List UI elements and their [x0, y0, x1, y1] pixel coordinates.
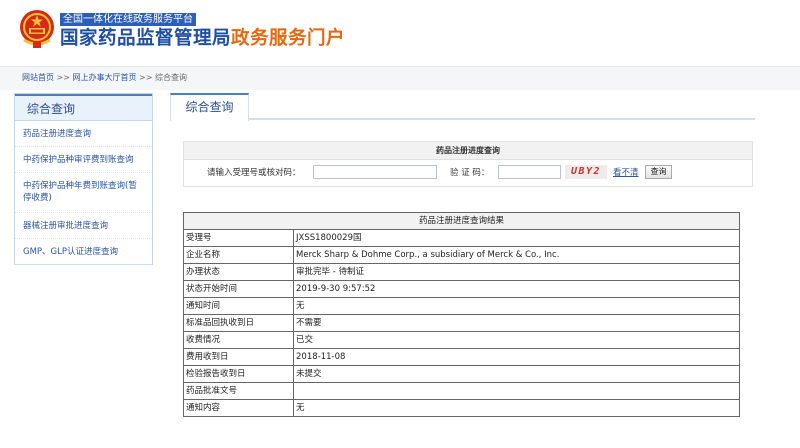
- row-value: 不需要: [293, 314, 740, 332]
- query-form-title: 药品注册进度查询: [184, 142, 752, 160]
- query-form-row: 请输入受理号或核对码： 验 证 码： UBY2 看不清 查询: [184, 160, 752, 186]
- sidebar-item-drug-registration-progress[interactable]: 药品注册进度查询: [15, 121, 152, 147]
- breadcrumb-current: 综合查询: [155, 73, 187, 82]
- table-row: 费用收到日 2018-11-08: [183, 348, 740, 366]
- captcha-image[interactable]: UBY2: [565, 165, 607, 179]
- row-value: [293, 382, 740, 400]
- row-value: 未提交: [293, 365, 740, 383]
- row-value: 无: [293, 399, 740, 417]
- site-title-main: 国家药品监督管理局: [60, 28, 232, 49]
- refresh-captcha-link[interactable]: 看不清: [613, 168, 639, 178]
- row-label: 费用收到日: [183, 348, 294, 366]
- captcha-label: 验 证 码：: [450, 168, 490, 178]
- row-label: 检验报告收到日: [183, 365, 294, 383]
- site-title[interactable]: 国家药品监督管理局政务服务门户: [60, 27, 345, 51]
- row-label: 通知时间: [183, 297, 294, 315]
- table-row: 检验报告收到日 未提交: [183, 365, 740, 383]
- row-value: 2019-9-30 9:57:52: [293, 280, 740, 298]
- row-label: 收费情况: [183, 331, 294, 349]
- row-value: Merck Sharp & Dohme Corp., a subsidiary …: [293, 246, 740, 264]
- table-row: 药品批准文号: [183, 382, 740, 400]
- breadcrumb-hall-link[interactable]: 网上办事大厅首页: [73, 73, 137, 82]
- row-value: 无: [293, 297, 740, 315]
- acceptance-number-label: 请输入受理号或核对码：: [207, 168, 301, 178]
- breadcrumb-separator: >>: [136, 73, 155, 82]
- row-label: 通知内容: [183, 399, 294, 417]
- table-row: 状态开始时间 2019-9-30 9:57:52: [183, 280, 740, 298]
- row-label: 状态开始时间: [183, 280, 294, 298]
- table-row: 办理状态 审批完毕 - 待制证: [183, 263, 740, 281]
- breadcrumb: 网站首页 >> 网上办事大厅首页 >> 综合查询: [22, 73, 187, 83]
- captcha-input[interactable]: [498, 165, 561, 179]
- results-table-title: 药品注册进度查询结果: [183, 212, 740, 230]
- row-label: 受理号: [183, 229, 294, 247]
- row-value: 2018-11-08: [293, 348, 740, 366]
- row-label: 企业名称: [183, 246, 294, 264]
- query-button[interactable]: 查询: [645, 165, 672, 179]
- tab-strip: 综合查询: [170, 93, 755, 121]
- row-label: 药品批准文号: [183, 382, 294, 400]
- tab-comprehensive-query[interactable]: 综合查询: [170, 93, 249, 121]
- table-row: 企业名称 Merck Sharp & Dohme Corp., a subsidi…: [183, 246, 740, 264]
- sidebar-item-gmp-glp-certification[interactable]: GMP、GLP认证进度查询: [15, 239, 152, 265]
- site-header: 全国一体化在线政务服务平台 国家药品监督管理局政务服务门户: [0, 0, 800, 62]
- query-form: 药品注册进度查询 请输入受理号或核对码： 验 证 码： UBY2 看不清 查询: [183, 141, 753, 187]
- breadcrumb-separator: >>: [54, 73, 73, 82]
- sidebar-item-tcm-review-fee[interactable]: 中药保护品种审评费到账查询: [15, 147, 152, 173]
- acceptance-number-input[interactable]: [313, 165, 437, 179]
- platform-tag: 全国一体化在线政务服务平台: [60, 13, 196, 26]
- table-row: 通知内容无: [183, 399, 740, 417]
- table-row: 标准品回执收到日 不需要: [183, 314, 740, 332]
- row-value: 审批完毕 - 待制证: [293, 263, 740, 281]
- table-row: 收费情况 已交: [183, 331, 740, 349]
- row-value: JXSS1800029国: [293, 229, 740, 247]
- row-label: 标准品回执收到日: [183, 314, 294, 332]
- row-label: 办理状态: [183, 263, 294, 281]
- sidebar-item-tcm-annual-fee[interactable]: 中药保护品种年费到账查询(暂停收费): [15, 173, 152, 213]
- row-value: 已交: [293, 331, 740, 349]
- sidebar: 综合查询 药品注册进度查询 中药保护品种审评费到账查询 中药保护品种年费到账查询…: [14, 93, 153, 265]
- sidebar-title: 综合查询: [15, 94, 152, 121]
- sidebar-item-device-approval-progress[interactable]: 器械注册审批进度查询: [15, 213, 152, 239]
- national-emblem-icon[interactable]: [18, 8, 56, 50]
- results-table: 药品注册进度查询结果 受理号 JXSS1800029国 企业名称 Merck Sha…: [183, 212, 740, 417]
- table-row: 受理号 JXSS1800029国: [183, 229, 740, 247]
- breadcrumb-home-link[interactable]: 网站首页: [22, 73, 54, 82]
- site-title-portal: 政务服务门户: [231, 28, 346, 49]
- table-row: 通知时间无: [183, 297, 740, 315]
- table-row: 药品注册进度查询结果: [183, 212, 740, 230]
